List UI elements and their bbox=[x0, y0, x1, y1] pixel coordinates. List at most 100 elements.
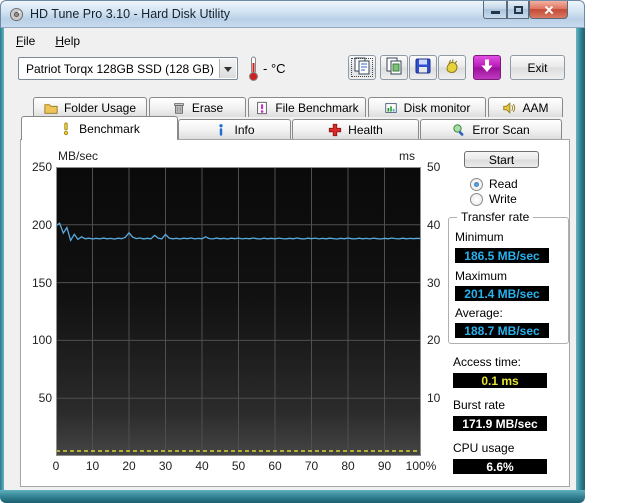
axis-tick-label: 90 bbox=[377, 459, 392, 473]
speaker-icon bbox=[502, 101, 516, 115]
update-button[interactable] bbox=[473, 55, 501, 80]
add-favorite-button[interactable] bbox=[438, 55, 466, 80]
access-time-value: 0.1 ms bbox=[453, 373, 547, 388]
app-icon bbox=[9, 7, 24, 22]
axis-tick-label: 50 bbox=[38, 391, 52, 406]
benchmark-page: MB/sec ms 250 200 150 100 50 50 40 30 20 10 0 10 2… bbox=[20, 139, 570, 487]
tab-file-benchmark[interactable]: File Benchmark bbox=[248, 97, 366, 117]
axis-tick-label: 150 bbox=[31, 275, 52, 290]
tab-benchmark[interactable]: Benchmark bbox=[21, 116, 178, 140]
tab-error-scan[interactable]: Error Scan bbox=[420, 119, 562, 139]
tab-aam[interactable]: AAM bbox=[488, 97, 563, 117]
tab-label: Erase bbox=[191, 100, 224, 115]
drive-select[interactable]: Patriot Torqx 128GB SSD (128 GB) bbox=[18, 57, 238, 80]
client-area: File Help Patriot Torqx 128GB SSD (128 G… bbox=[4, 28, 576, 490]
window-border-right bbox=[576, 28, 585, 490]
axis-tick-label: 0 bbox=[52, 459, 60, 473]
burst-rate-label: Burst rate bbox=[453, 398, 506, 412]
read-radio-label: Read bbox=[489, 177, 518, 191]
tab-folder-usage[interactable]: Folder Usage bbox=[33, 97, 147, 117]
minimum-value: 186.5 MB/sec bbox=[455, 248, 549, 263]
menu-file[interactable]: File bbox=[8, 31, 43, 51]
down-arrow-icon bbox=[477, 56, 497, 79]
title-bar[interactable]: HD Tune Pro 3.10 - Hard Disk Utility bbox=[0, 0, 585, 28]
axis-tick-label: 10 bbox=[427, 391, 441, 406]
maximum-label: Maximum bbox=[455, 269, 508, 283]
thermometer-icon bbox=[247, 55, 260, 82]
close-button[interactable] bbox=[529, 1, 568, 19]
burst-rate-value: 171.9 MB/sec bbox=[453, 416, 547, 431]
tab-label: Benchmark bbox=[79, 121, 140, 136]
tab-label: Error Scan bbox=[472, 122, 530, 137]
health-cross-icon bbox=[328, 123, 342, 137]
menu-bar: File Help bbox=[4, 28, 576, 54]
drive-select-value: Patriot Torqx 128GB SSD (128 GB) bbox=[26, 61, 214, 76]
cpu-usage-label: CPU usage bbox=[453, 441, 515, 455]
average-label: Average: bbox=[455, 306, 503, 320]
folder-icon bbox=[44, 101, 58, 115]
copy-text-icon bbox=[352, 56, 372, 79]
axis-tick-label: 10 bbox=[85, 459, 100, 473]
axis-tick-label: 200 bbox=[31, 217, 52, 232]
tab-label: File Benchmark bbox=[275, 100, 359, 115]
menu-help[interactable]: Help bbox=[47, 31, 88, 51]
tab-disk-monitor[interactable]: Disk monitor bbox=[368, 97, 486, 117]
axis-tick-label: 50 bbox=[231, 459, 246, 473]
minimum-label: Minimum bbox=[455, 230, 504, 244]
hand-icon bbox=[442, 56, 462, 79]
copy-text-button[interactable] bbox=[348, 55, 376, 80]
save-screenshot-button[interactable] bbox=[409, 55, 437, 80]
desktop-background: HD Tune Pro 3.10 - Hard Disk Utility Fil… bbox=[0, 0, 640, 503]
file-benchmark-icon bbox=[255, 101, 269, 115]
exit-button-label: Exit bbox=[527, 60, 548, 75]
copy-screenshot-button[interactable] bbox=[380, 55, 408, 80]
axis-tick-label: 250 bbox=[31, 160, 52, 174]
maximize-button[interactable] bbox=[507, 1, 529, 19]
copy-image-icon bbox=[384, 56, 404, 79]
tab-label: Disk monitor bbox=[403, 100, 471, 115]
transfer-rate-group-title: Transfer rate bbox=[457, 210, 534, 224]
axis-tick-label: 50 bbox=[427, 160, 441, 174]
window-border-bottom bbox=[0, 490, 585, 503]
exclamation-icon bbox=[59, 121, 73, 136]
average-value: 188.7 MB/sec bbox=[455, 323, 549, 338]
tab-erase[interactable]: Erase bbox=[149, 97, 246, 117]
axis-tick-label: 100 bbox=[31, 333, 52, 348]
access-time-label: Access time: bbox=[453, 355, 522, 369]
axis-tick-label: 40 bbox=[195, 459, 209, 473]
app-window: HD Tune Pro 3.10 - Hard Disk Utility Fil… bbox=[0, 0, 585, 503]
chevron-down-icon[interactable] bbox=[219, 59, 236, 78]
floppy-disk-icon bbox=[413, 56, 433, 79]
tab-label: AAM bbox=[522, 100, 549, 115]
tab-info[interactable]: Info bbox=[178, 119, 291, 139]
trash-icon bbox=[172, 101, 186, 115]
write-radio-label: Write bbox=[489, 192, 517, 206]
right-axis-unit: ms bbox=[399, 149, 415, 163]
axis-tick-label: 30 bbox=[158, 459, 173, 473]
magnifier-icon bbox=[452, 123, 466, 137]
window-title: HD Tune Pro 3.10 - Hard Disk Utility bbox=[30, 7, 231, 21]
maximum-value: 201.4 MB/sec bbox=[455, 286, 549, 301]
axis-tick-label: 80 bbox=[341, 459, 355, 473]
write-radio[interactable] bbox=[470, 193, 483, 206]
tab-health[interactable]: Health bbox=[292, 119, 419, 139]
maximize-icon bbox=[513, 5, 523, 14]
bar-chart-icon bbox=[384, 101, 398, 115]
cpu-usage-value: 6.6% bbox=[453, 459, 547, 474]
start-button-label: Start bbox=[488, 152, 515, 167]
read-radio[interactable] bbox=[470, 178, 483, 191]
exit-button[interactable]: Exit bbox=[510, 55, 565, 80]
close-icon bbox=[543, 4, 555, 16]
tab-label: Info bbox=[234, 122, 255, 137]
transfer-rate-group: Transfer rate Minimum 186.5 MB/sec Maxim… bbox=[448, 210, 569, 344]
info-icon bbox=[214, 123, 228, 137]
window-controls bbox=[483, 1, 568, 19]
minimize-button[interactable] bbox=[483, 1, 507, 19]
start-button[interactable]: Start bbox=[464, 151, 539, 168]
axis-tick-label: 100% bbox=[405, 459, 437, 473]
minimize-icon bbox=[490, 11, 500, 14]
axis-tick-label: 60 bbox=[268, 459, 282, 473]
axis-tick-label: 70 bbox=[304, 459, 319, 473]
tab-label: Health bbox=[348, 122, 383, 137]
tab-label: Folder Usage bbox=[63, 100, 137, 115]
